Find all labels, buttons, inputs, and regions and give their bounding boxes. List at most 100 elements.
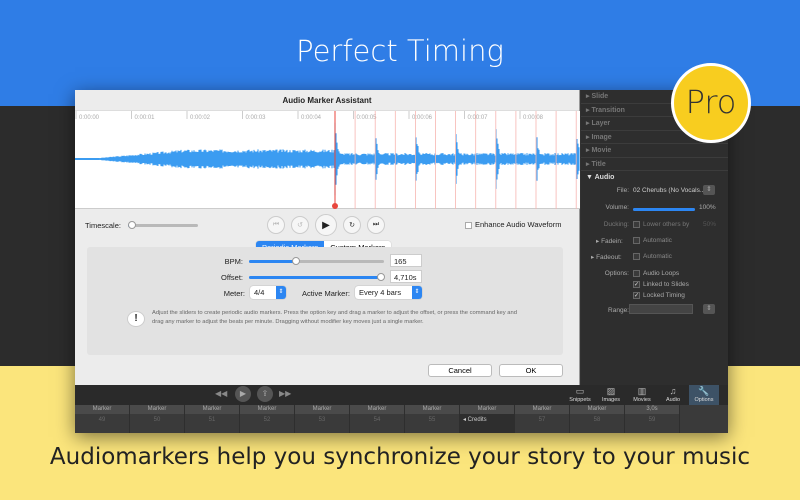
audio-section-label: Audio <box>594 174 615 181</box>
cancel-button[interactable]: Cancel <box>428 364 492 377</box>
file-label: File: <box>616 187 629 194</box>
timeline-slide[interactable]: Marker 54 <box>350 405 405 433</box>
forward-button[interactable]: ↻ <box>343 216 361 234</box>
slide-header: Marker <box>405 405 459 414</box>
wrench-icon: 🔧 <box>698 386 710 396</box>
play-icon[interactable]: ▶ <box>235 386 251 402</box>
volume-slider[interactable] <box>633 208 695 211</box>
rewind-button[interactable]: ↺ <box>291 216 309 234</box>
ducking-checkbox[interactable]: Lower others by <box>633 221 689 228</box>
slide-number: 59 <box>648 417 656 423</box>
fadein-disclosure[interactable]: ▸ Fadein: <box>596 237 623 245</box>
section-label: Slide <box>591 93 609 100</box>
skip-back-button[interactable]: ⏮ <box>267 216 285 234</box>
option-checkbox[interactable]: ✓ Linked to Slides <box>633 281 689 288</box>
option-checkbox[interactable]: ✓ Locked Timing <box>633 292 685 299</box>
fadeout-disclosure[interactable]: ▸ Fadeout: <box>591 253 622 261</box>
meter-select[interactable]: 4/4 ⇕ <box>250 286 286 299</box>
waveform-view[interactable]: 0:00:00 0:00:01 0:00:02 0:00:03 0:00:04 0:00:… <box>74 111 580 209</box>
toolbar-label: Snippets <box>569 397 591 403</box>
time-label: 0:00:02 <box>190 115 211 121</box>
bpm-input[interactable]: 165 <box>390 254 422 267</box>
play-button[interactable]: ▶ <box>315 214 337 236</box>
timeline-slide[interactable]: Marker 50 <box>130 405 185 433</box>
section-movie[interactable]: ▸ Movie <box>581 144 728 158</box>
timeline-slide[interactable]: Marker 53 <box>295 405 350 433</box>
toolbar-label: Images <box>601 397 621 403</box>
fadein-checkbox[interactable]: Automatic <box>633 237 672 244</box>
offset-input[interactable]: 4,710s <box>390 270 422 283</box>
timeline-slide[interactable]: Marker 51 <box>185 405 240 433</box>
slide-header: Marker <box>240 405 294 414</box>
slide-number: 53 <box>318 417 326 423</box>
range-slider[interactable] <box>629 304 693 314</box>
slide-number: 58 <box>593 417 601 423</box>
fadeout-checkbox[interactable]: Automatic <box>633 253 672 260</box>
timeline-slide[interactable]: Marker 49 <box>75 405 130 433</box>
headline: Perfect Timing <box>296 34 504 68</box>
fadein-label: Fadein: <box>601 238 623 245</box>
caption: Audiomarkers help you synchronize your s… <box>49 444 751 470</box>
time-label: 0:00:07 <box>468 115 489 121</box>
volume-value: 100% <box>699 204 716 211</box>
timeline-slide[interactable]: 3,0s 59 <box>625 405 680 433</box>
range-stepper[interactable]: ⇕ <box>703 304 715 314</box>
option-label: Audio Loops <box>643 270 680 278</box>
section-title[interactable]: ▸ Title <box>581 158 728 171</box>
toolbar-label: Options <box>694 397 714 403</box>
time-label: 0:00:03 <box>246 115 267 121</box>
share-icon[interactable]: ⇪ <box>257 386 273 402</box>
file-stepper[interactable]: ⇕ <box>703 185 715 195</box>
toolbar-label: Movies <box>633 397 651 403</box>
slide-number: ◂ Credits <box>463 417 487 423</box>
timeline-slide[interactable]: Marker 55 <box>405 405 460 433</box>
skip-forward-icon: ⏭ <box>372 221 380 228</box>
time-label: 0:00:08 <box>523 115 544 121</box>
section-audio[interactable]: ▼ Audio <box>581 171 728 185</box>
slide-header: 3,0s <box>625 405 679 414</box>
rewind-icon: ↺ <box>297 222 303 229</box>
time-label: 0:00:04 <box>301 115 322 121</box>
slide-number: 57 <box>538 417 546 423</box>
slide-header: Marker <box>460 405 514 414</box>
ok-button[interactable]: OK <box>499 364 563 377</box>
updown-icon: ⇕ <box>276 286 286 299</box>
bpm-label: BPM: <box>224 257 243 266</box>
ducking-text: Lower others by <box>643 221 690 229</box>
volume-label: Volume: <box>605 204 630 211</box>
timeline-slide[interactable]: Marker 58 <box>570 405 625 433</box>
marker-handle[interactable] <box>332 203 338 209</box>
meter-label: Meter: <box>223 289 245 298</box>
toolbar-audio-button[interactable]: ♫ Audio <box>658 385 688 405</box>
timeline-slide[interactable]: Marker 52 <box>240 405 295 433</box>
skip-back-icon: ⏮ <box>272 221 280 228</box>
offset-slider[interactable] <box>249 273 386 281</box>
fadeout-text: Automatic <box>643 253 672 261</box>
slide-number: 50 <box>153 417 161 423</box>
option-checkbox[interactable]: Audio Loops <box>633 270 679 277</box>
rewind-icon[interactable]: ◀◀ <box>215 389 227 398</box>
enhance-checkbox[interactable]: Enhance Audio Waveform <box>465 220 561 229</box>
bpm-slider[interactable] <box>249 257 384 265</box>
timeline-slide[interactable]: Marker 57 <box>515 405 570 433</box>
slide-number: 49 <box>98 417 106 423</box>
snippets-icon: ▭ <box>575 386 585 396</box>
slide-header: Marker <box>350 405 404 414</box>
forward-icon[interactable]: ▶▶ <box>279 389 291 398</box>
slide-number: 54 <box>373 417 381 423</box>
slide-number: 51 <box>208 417 216 423</box>
forward-icon: ↻ <box>349 222 355 229</box>
skip-forward-button[interactable]: ⏭ <box>367 216 385 234</box>
timeline-slide[interactable]: Marker ◂ Credits <box>460 405 515 433</box>
timescale-slider[interactable] <box>127 221 198 229</box>
active-marker-select[interactable]: Every 4 bars ⇕ <box>355 286 422 299</box>
timescale-label: Timescale: <box>85 221 121 230</box>
toolbar-images-button[interactable]: ▨ Images <box>596 385 626 405</box>
toolbar-movies-button[interactable]: ▥ Movies <box>627 385 657 405</box>
toolbar-snippets-button[interactable]: ▭ Snippets <box>565 385 595 405</box>
enhance-label: Enhance Audio Waveform <box>475 220 562 229</box>
dialog-title: Audio Marker Assistant <box>75 90 579 111</box>
play-icon: ▶ <box>322 219 330 231</box>
fadeout-label: Fadeout: <box>596 254 622 261</box>
toolbar-options-button[interactable]: 🔧 Options <box>689 385 719 405</box>
